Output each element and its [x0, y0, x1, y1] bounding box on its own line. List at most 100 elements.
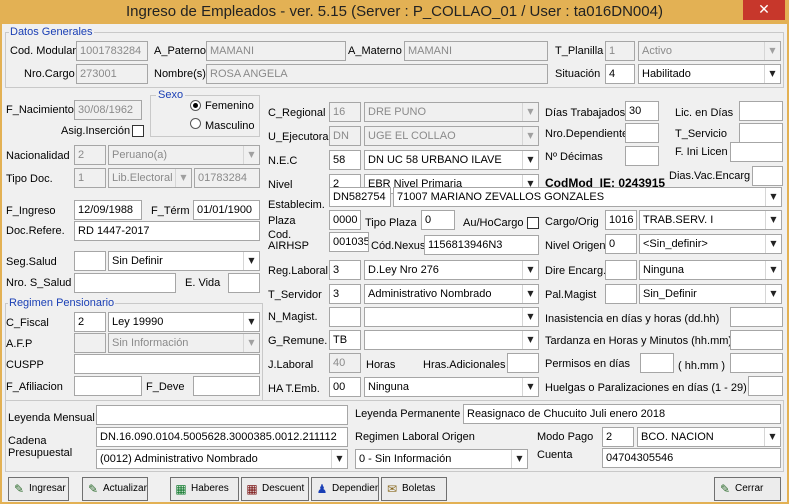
cadena-select[interactable]: (0012) Administrativo Nombrado ▼	[96, 449, 348, 469]
c-fiscal-code[interactable]: 2	[74, 312, 106, 332]
pal-magist-select[interactable]: Sin_Definir ▼	[639, 284, 782, 304]
tipo-doc-select[interactable]: Lib.Electoral ▼	[108, 168, 192, 188]
cadena-field[interactable]: DN.16.090.0104.5005628.3000385.0012.2111…	[96, 427, 348, 447]
t-servidor-select[interactable]: Administrativo Nombrado ▼	[364, 284, 539, 304]
nivel-origen-select[interactable]: <Sin_definir> ▼	[639, 234, 782, 254]
horas-adicionales-field[interactable]	[507, 353, 539, 373]
seg-salud-code[interactable]	[74, 251, 106, 271]
pal-magist-code[interactable]	[605, 284, 637, 304]
boletas-button[interactable]: ✉ Boletas	[381, 477, 447, 501]
modo-pago-select[interactable]: BCO. NACION ▼	[637, 427, 781, 447]
c-fiscal-select[interactable]: Ley 19990 ▼	[108, 312, 260, 332]
haberes-button[interactable]: ▦ Haberes	[170, 477, 239, 501]
permisos-field[interactable]	[640, 353, 674, 373]
j-laboral-field[interactable]: 40	[329, 353, 361, 373]
plaza-field[interactable]: 0000	[329, 210, 361, 230]
seg-salud-select[interactable]: Sin Definir ▼	[108, 251, 260, 271]
f-afiliacion-field[interactable]	[74, 376, 142, 396]
c-regional-value: DRE PUNO	[368, 106, 427, 118]
close-icon[interactable]: ✕	[743, 0, 785, 20]
reg-laboral-code[interactable]: 3	[329, 260, 361, 280]
u-ejecutora-select[interactable]: UGE EL COLLAO ▼	[364, 126, 539, 146]
situacion-select[interactable]: Habilitado ▼	[638, 64, 781, 84]
f-deve-field[interactable]	[193, 376, 260, 396]
nro-decimas-field[interactable]	[625, 146, 659, 166]
tipo-plaza-field[interactable]: 0	[421, 210, 455, 230]
nacionalidad-select[interactable]: Peruano(a) ▼	[108, 145, 260, 165]
au-hocargo-label: Au/HoCargo	[463, 217, 524, 229]
dias-vac-encarg-field[interactable]	[752, 166, 783, 186]
nivel-origen-code[interactable]: 0	[605, 234, 637, 254]
lic-en-dias-field[interactable]	[739, 101, 783, 121]
cod-modular-field[interactable]: 1001783284	[76, 41, 148, 61]
e-vida-field[interactable]	[228, 273, 260, 293]
g-remune-select[interactable]: ▼	[364, 330, 539, 350]
nro-cargo-field[interactable]: 273001	[76, 64, 148, 84]
descuent-button[interactable]: ▦ Descuent	[241, 477, 309, 501]
asig-insercion-checkbox[interactable]	[132, 125, 144, 137]
c-regional-code[interactable]: 16	[329, 102, 361, 122]
establecim-code[interactable]: DN582754	[329, 187, 391, 207]
femenino-radio[interactable]	[190, 100, 201, 111]
a-materno-field[interactable]: MAMANI	[404, 41, 548, 61]
masculino-radio[interactable]	[190, 118, 201, 129]
huelgas-field[interactable]	[748, 376, 783, 396]
afp-select[interactable]: Sin Información ▼	[108, 333, 260, 353]
a-paterno-field[interactable]: MAMANI	[206, 41, 346, 61]
cargo-orig-code[interactable]: 1016	[605, 210, 637, 230]
nacionalidad-code[interactable]: 2	[74, 145, 106, 165]
n-magist-code[interactable]	[329, 307, 361, 327]
permisos-hhmm-field[interactable]	[730, 353, 783, 373]
cuspp-field[interactable]	[74, 354, 260, 374]
ha-temb-code[interactable]: 00	[329, 377, 361, 397]
nec-code[interactable]: 58	[329, 150, 361, 170]
t-planilla-select[interactable]: Activo ▼	[638, 41, 781, 61]
leyenda-permanente-field[interactable]: Reasignaco de Chucuito Juli enero 2018	[463, 404, 781, 424]
inasistencia-field[interactable]	[730, 307, 783, 327]
f-nacimiento-field[interactable]: 30/08/1962	[74, 100, 142, 120]
leyenda-mensual-field[interactable]	[96, 405, 348, 425]
dire-encarg-select[interactable]: Ninguna ▼	[639, 260, 782, 280]
nec-select[interactable]: DN UC 58 URBANO ILAVE ▼	[364, 150, 539, 170]
cod-nexus-field[interactable]: 1156813946N3	[424, 235, 539, 255]
dire-encarg-code[interactable]	[605, 260, 637, 280]
c-regional-select[interactable]: DRE PUNO ▼	[364, 102, 539, 122]
people-icon: ♟	[316, 482, 328, 496]
doc-number-field[interactable]: 01783284	[194, 168, 260, 188]
afp-code[interactable]	[74, 333, 106, 353]
n-magist-select[interactable]: ▼	[364, 307, 539, 327]
establecim-select[interactable]: 71007 MARIANO ZEVALLOS GONZALES ▼	[393, 187, 782, 207]
cuenta-field[interactable]: 04704305546	[602, 448, 781, 468]
dependient-button[interactable]: ♟ Dependient	[311, 477, 379, 501]
u-ejecutora-code[interactable]: DN	[329, 126, 361, 146]
g-remune-code[interactable]: TB	[329, 330, 361, 350]
f-ini-licen-field[interactable]	[730, 142, 783, 162]
situacion-code[interactable]: 4	[605, 64, 635, 84]
actualizar-button[interactable]: ✎ Actualizar	[82, 477, 148, 501]
tipo-doc-code[interactable]: 1	[74, 168, 106, 188]
t-planilla-code[interactable]: 1	[605, 41, 635, 61]
a-materno-label: A_Materno	[348, 45, 402, 57]
cod-nexus-label: Cód.Nexus	[371, 240, 426, 252]
dias-trabajados-field[interactable]: 30	[625, 101, 659, 121]
nro-dependiente-field[interactable]	[625, 123, 659, 143]
nro-s-salud-field[interactable]	[74, 273, 176, 293]
modo-pago-code[interactable]: 2	[602, 427, 634, 447]
ha-temb-value: Ninguna	[368, 381, 409, 393]
doc-refere-field[interactable]: RD 1447-2017	[74, 221, 260, 241]
cod-airhsp-field[interactable]: 001035	[329, 232, 369, 252]
e-vida-label: E. Vida	[185, 277, 221, 289]
t-servicio-field[interactable]	[739, 123, 783, 143]
t-servidor-code[interactable]: 3	[329, 284, 361, 304]
f-ingreso-field[interactable]: 12/09/1988	[74, 200, 142, 220]
cargo-orig-select[interactable]: TRAB.SERV. I ▼	[639, 210, 782, 230]
reg-laboral-select[interactable]: D.Ley Nro 276 ▼	[364, 260, 539, 280]
cerrar-button[interactable]: ✎ Cerrar	[714, 477, 781, 501]
au-hocargo-checkbox[interactable]	[527, 217, 539, 229]
ingresar-button[interactable]: ✎ Ingresar	[8, 477, 69, 501]
regimen-origen-select[interactable]: 0 - Sin Información ▼	[355, 449, 528, 469]
nombres-field[interactable]: ROSA ANGELA	[206, 64, 548, 84]
ha-temb-select[interactable]: Ninguna ▼	[364, 377, 539, 397]
tardanza-field[interactable]	[730, 330, 783, 350]
f-term-field[interactable]: 01/01/1900	[193, 200, 260, 220]
